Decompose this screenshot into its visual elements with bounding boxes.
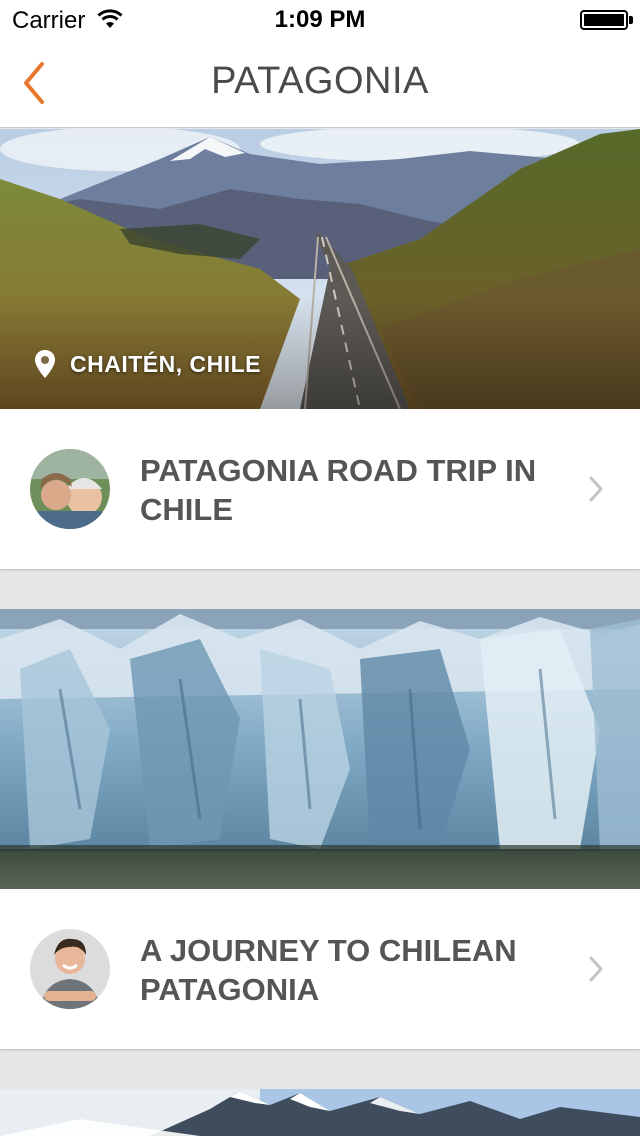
author-avatar <box>30 929 110 1009</box>
battery-icon <box>580 10 628 30</box>
article-title: PATAGONIA ROAD TRIP IN CHILE <box>140 453 537 527</box>
chevron-right-icon <box>589 476 603 502</box>
mountain-photo <box>0 1089 640 1136</box>
article-row-journey[interactable]: A JOURNEY TO CHILEAN PATAGONIA <box>0 889 640 1049</box>
status-bar: Carrier 1:09 PM <box>0 0 640 40</box>
avatar-photo <box>30 449 110 529</box>
author-avatar <box>30 449 110 529</box>
location-badge: CHAITÉN, CHILE <box>34 349 261 379</box>
article-row-road-trip[interactable]: PATAGONIA ROAD TRIP IN CHILE <box>0 409 640 569</box>
card-image-peaks[interactable] <box>0 1089 640 1136</box>
battery-tip <box>629 16 633 24</box>
chevron-right-icon <box>589 956 603 982</box>
glacier-photo <box>0 609 640 889</box>
article-title: A JOURNEY TO CHILEAN PATAGONIA <box>140 933 517 1007</box>
map-pin-icon <box>35 350 55 378</box>
navigation-bar: PATAGONIA <box>0 40 640 128</box>
card-image-road[interactable]: CHAITÉN, CHILE <box>0 129 640 409</box>
location-label: CHAITÉN, CHILE <box>70 350 261 377</box>
avatar-photo <box>30 929 110 1009</box>
card-image-glacier[interactable] <box>0 609 640 889</box>
page-title: PATAGONIA <box>211 60 429 102</box>
clock: 1:09 PM <box>274 6 366 33</box>
